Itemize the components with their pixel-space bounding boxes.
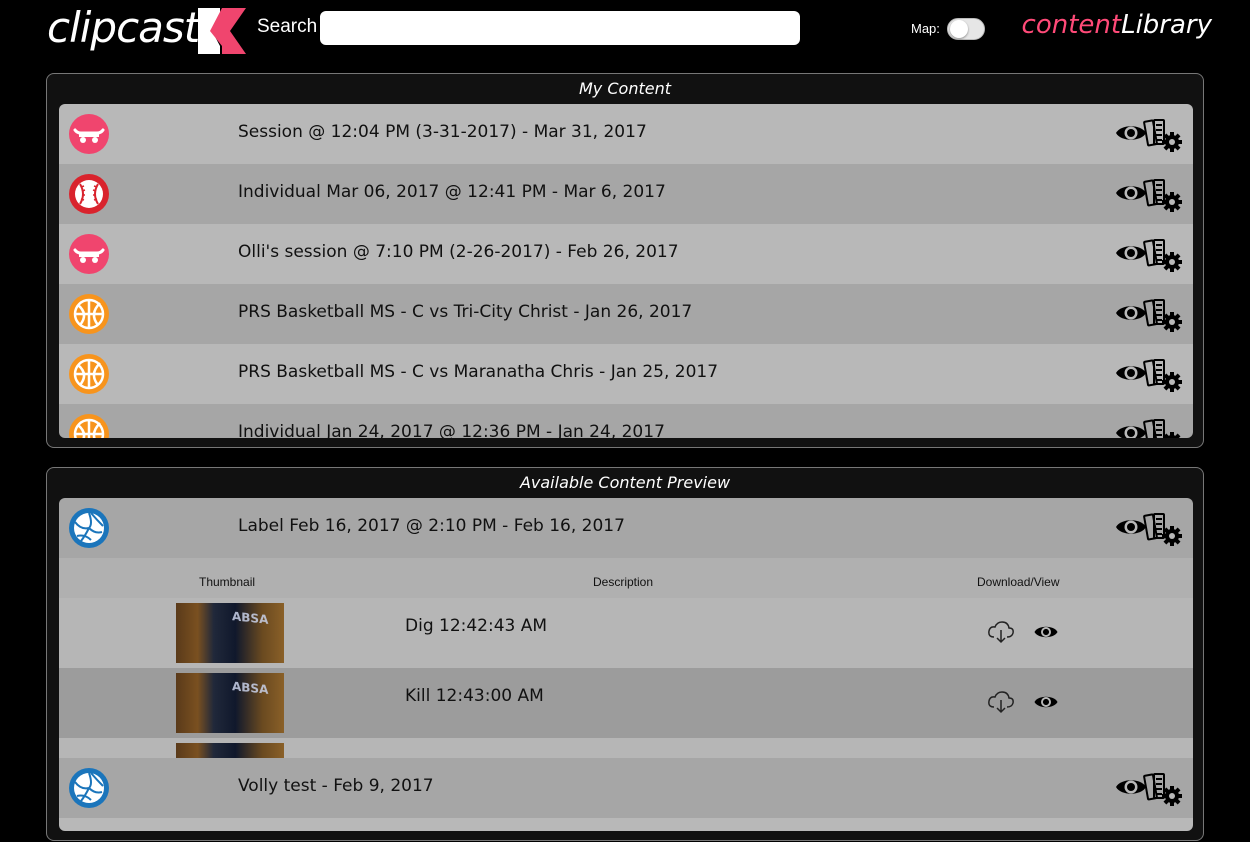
clipcast-logo[interactable]: clipcast	[47, 2, 200, 54]
volleyball-icon	[69, 768, 109, 808]
view-eye-icon[interactable]	[1033, 622, 1059, 642]
download-cloud-icon[interactable]	[987, 620, 1015, 644]
edit-clips-icon[interactable]	[1143, 177, 1183, 213]
edit-clips-icon[interactable]	[1143, 117, 1183, 153]
content-title: Session @ 12:04 PM (3-31-2017) - Mar 31,…	[238, 122, 647, 142]
table-row[interactable]: ABSA Kill 12:43:00 AM	[59, 668, 1193, 738]
clip-thumbnail[interactable]: ABSA	[176, 673, 284, 733]
clip-description: Dig 12:42:43 AM	[405, 616, 548, 636]
list-item[interactable]	[59, 818, 1193, 831]
my-content-panel: My Content Session @ 12:04 PM (3-31-2017…	[46, 73, 1204, 448]
list-item[interactable]: Session @ 12:04 PM (3-31-2017) - Mar 31,…	[59, 104, 1193, 164]
panel-title: My Content	[579, 79, 671, 98]
skateboard-icon	[69, 114, 109, 154]
map-toggle[interactable]	[947, 18, 985, 40]
thumbnail-text: ABSA	[232, 679, 269, 697]
edit-clips-icon[interactable]	[1143, 237, 1183, 273]
column-header-download-view: Download/View	[977, 575, 1060, 589]
clipcast-logo-icon[interactable]	[196, 8, 248, 54]
thumbnail-text: ABSA	[232, 609, 269, 627]
list-item[interactable]: Individual Jan 24, 2017 @ 12:36 PM - Jan…	[59, 404, 1193, 438]
map-label: Map:	[911, 21, 940, 36]
content-library-brand: contentLibrary	[1022, 10, 1212, 40]
panel-title: Available Content Preview	[519, 473, 731, 492]
clip-thumbnail[interactable]: ABSA	[176, 603, 284, 663]
search-label: Search	[257, 16, 318, 37]
edit-clips-icon[interactable]	[1143, 771, 1183, 807]
basketball-icon	[69, 354, 109, 394]
column-header-thumbnail: Thumbnail	[199, 575, 256, 589]
clips-table-header: Thumbnail Description Download/View	[59, 558, 1193, 598]
content-title: Volly test - Feb 9, 2017	[238, 776, 434, 796]
baseball-icon	[69, 174, 109, 214]
edit-clips-icon[interactable]	[1143, 297, 1183, 333]
content-title: Label Feb 16, 2017 @ 2:10 PM - Feb 16, 2…	[238, 516, 625, 536]
top-bar: clipcast Search Map: contentLibrary	[0, 0, 1250, 62]
my-content-list[interactable]: Session @ 12:04 PM (3-31-2017) - Mar 31,…	[59, 104, 1193, 438]
brand-content: content	[1021, 10, 1122, 40]
content-title: PRS Basketball MS - C vs Maranatha Chris…	[238, 362, 719, 382]
preview-list[interactable]: Label Feb 16, 2017 @ 2:10 PM - Feb 16, 2…	[59, 498, 1193, 831]
basketball-icon	[69, 414, 109, 438]
table-row[interactable]: ABSA Dig 12:42:43 AM	[59, 598, 1193, 668]
list-item[interactable]: PRS Basketball MS - C vs Maranatha Chris…	[59, 344, 1193, 404]
skateboard-icon	[69, 234, 109, 274]
edit-clips-icon[interactable]	[1143, 417, 1183, 438]
content-title: Individual Jan 24, 2017 @ 12:36 PM - Jan…	[238, 422, 665, 438]
list-item-selected[interactable]: Label Feb 16, 2017 @ 2:10 PM - Feb 16, 2…	[59, 498, 1193, 558]
list-item[interactable]: PRS Basketball MS - C vs Tri-City Christ…	[59, 284, 1193, 344]
view-eye-icon[interactable]	[1033, 692, 1059, 712]
search-input[interactable]	[320, 11, 800, 45]
clip-thumbnail[interactable]	[176, 743, 284, 758]
download-cloud-icon[interactable]	[987, 690, 1015, 714]
brand-library: Library	[1121, 10, 1212, 40]
list-item[interactable]: Volly test - Feb 9, 2017	[59, 758, 1193, 818]
clip-description: Kill 12:43:00 AM	[405, 686, 544, 706]
volleyball-icon	[69, 508, 109, 548]
content-title: PRS Basketball MS - C vs Tri-City Christ…	[238, 302, 693, 322]
basketball-icon	[69, 294, 109, 334]
table-row[interactable]	[59, 738, 1193, 758]
column-header-description: Description	[593, 575, 654, 589]
list-item[interactable]: Individual Mar 06, 2017 @ 12:41 PM - Mar…	[59, 164, 1193, 224]
content-title: Individual Mar 06, 2017 @ 12:41 PM - Mar…	[238, 182, 666, 202]
content-title: Olli's session @ 7:10 PM (2-26-2017) - F…	[238, 242, 679, 262]
toggle-knob	[950, 20, 968, 38]
edit-clips-icon[interactable]	[1143, 357, 1183, 393]
list-item[interactable]: Olli's session @ 7:10 PM (2-26-2017) - F…	[59, 224, 1193, 284]
edit-clips-icon[interactable]	[1143, 511, 1183, 547]
content-preview-panel: Available Content Preview Label Feb 16, …	[46, 467, 1204, 841]
